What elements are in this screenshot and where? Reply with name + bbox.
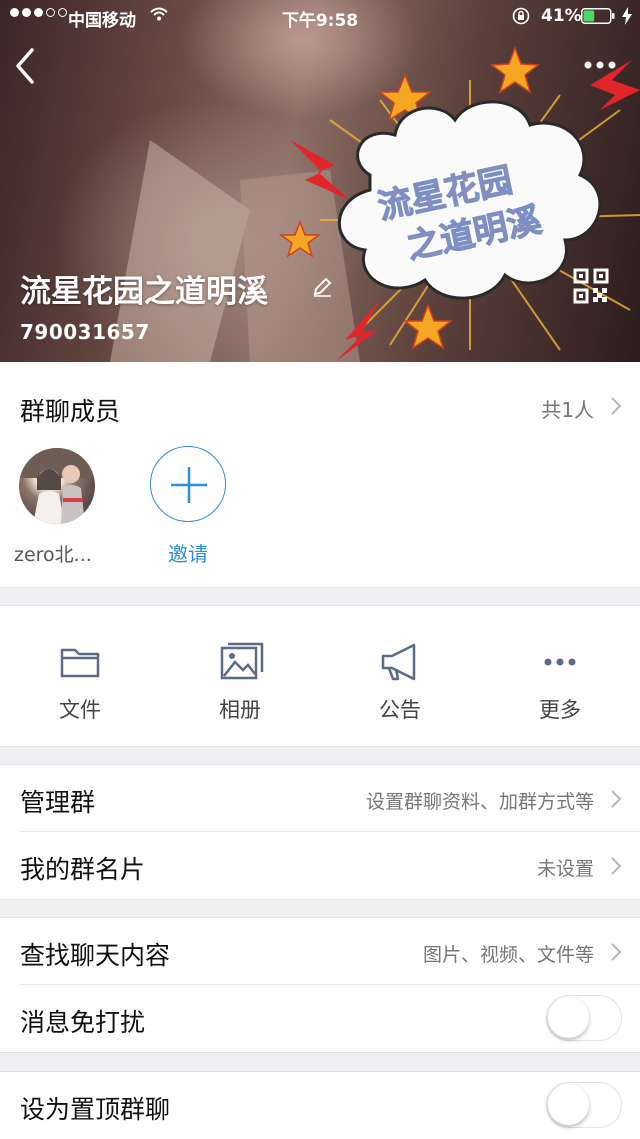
tools-section: 文件 相册 公告 更多: [0, 605, 640, 747]
mute-row: 消息免打扰: [0, 985, 640, 1053]
rotation-lock-icon: [512, 7, 530, 25]
search-chat-value: 图片、视频、文件等: [422, 944, 594, 966]
group-id: 790031657: [20, 320, 150, 344]
members-title: 群聊成员: [20, 397, 121, 426]
toggle-knob: [548, 997, 589, 1038]
more-dots-icon: [544, 658, 576, 666]
megaphone-icon: [381, 643, 416, 681]
qr-code-icon[interactable]: [573, 268, 609, 304]
toggle-knob: [548, 1084, 589, 1125]
chevron-right-icon: [611, 943, 622, 961]
edit-name-icon[interactable]: [311, 276, 333, 298]
plus-icon: [171, 467, 207, 503]
mute-label: 消息免打扰: [20, 1008, 146, 1037]
photo-album-icon: [220, 642, 264, 680]
members-count[interactable]: 共1人: [541, 394, 594, 423]
group-card-label: 我的群名片: [20, 855, 146, 884]
manage-group-label: 管理群: [20, 788, 96, 817]
folder-icon: [60, 648, 100, 678]
group-card-row[interactable]: 我的群名片 未设置: [0, 832, 640, 900]
manage-group-row[interactable]: 管理群 设置群聊资料、加群方式等: [0, 764, 640, 832]
tool-announcement[interactable]: 公告: [320, 636, 480, 736]
tool-announcement-label: 公告: [379, 698, 421, 722]
member-avatar[interactable]: [19, 448, 95, 524]
chevron-right-icon: [611, 397, 622, 415]
search-chat-label: 查找聊天内容: [20, 941, 171, 970]
tool-more-label: 更多: [539, 698, 581, 722]
group-card-value: 未设置: [536, 858, 594, 880]
member-name: zero北...: [14, 544, 92, 566]
status-bar: 中国移动 下午9:58 41%: [0, 0, 640, 34]
charging-icon: [622, 7, 632, 25]
pin-row: 设为置顶群聊: [0, 1071, 640, 1139]
chevron-right-icon: [611, 857, 622, 875]
battery-percentage: 41%: [541, 6, 582, 26]
back-button[interactable]: [10, 46, 40, 86]
battery-icon: [581, 8, 615, 24]
more-options-button[interactable]: [578, 50, 622, 80]
tool-album-label: 相册: [219, 698, 261, 722]
members-section: 群聊成员 共1人 zero北... 邀请: [0, 362, 640, 588]
manage-group-value: 设置群聊资料、加群方式等: [365, 791, 594, 813]
tool-more[interactable]: 更多: [480, 636, 640, 736]
invite-label[interactable]: 邀请: [150, 538, 226, 567]
search-chat-row[interactable]: 查找聊天内容 图片、视频、文件等: [0, 917, 640, 985]
group-header: 流星花园 之道明溪 中国移动 下午9:58 41% 流星花园之道明溪 79003…: [0, 0, 640, 362]
tool-album[interactable]: 相册: [160, 636, 320, 736]
invite-button[interactable]: [150, 446, 226, 522]
mute-toggle[interactable]: [546, 995, 622, 1041]
tool-files[interactable]: 文件: [0, 636, 160, 736]
chevron-right-icon: [611, 790, 622, 808]
pin-toggle[interactable]: [546, 1082, 622, 1128]
tool-files-label: 文件: [59, 698, 101, 722]
group-name: 流星花园之道明溪: [20, 274, 268, 310]
pin-label: 设为置顶群聊: [20, 1095, 171, 1124]
